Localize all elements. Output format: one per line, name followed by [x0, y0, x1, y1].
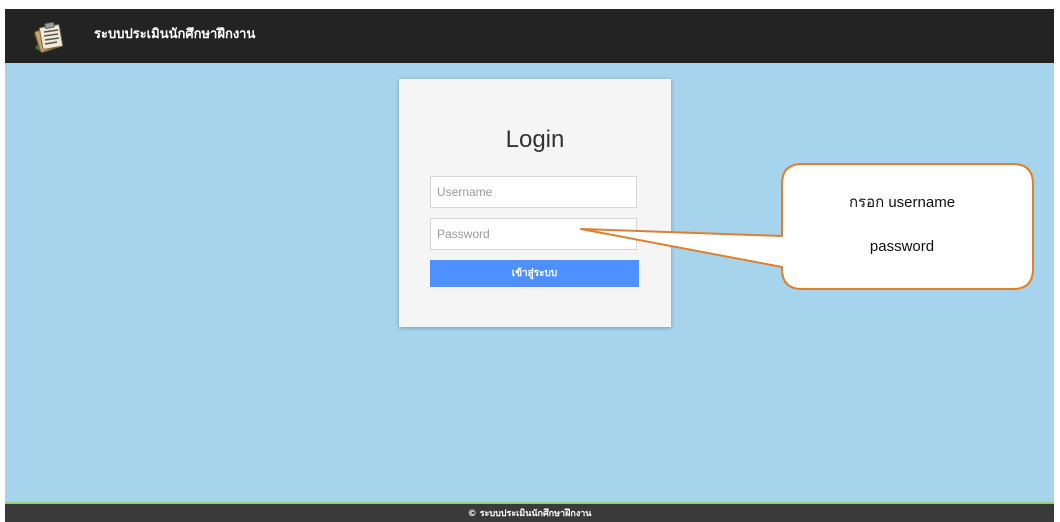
footer: © ระบบประเมินนักศึกษาฝึกงาน: [5, 502, 1054, 522]
login-card: Login เข้าสู่ระบบ: [399, 79, 671, 327]
app-frame: ระบบประเมินนักศึกษาฝึกงาน Login เข้าสู่ร…: [5, 9, 1054, 522]
navbar: ระบบประเมินนักศึกษาฝึกงาน: [5, 9, 1054, 63]
login-title: Login: [505, 126, 565, 153]
brand-title[interactable]: ระบบประเมินนักศึกษาฝึกงาน: [94, 26, 255, 44]
callout-line-2: password: [869, 238, 935, 255]
footer-copyright: © ระบบประเมินนักศึกษาฝึกงาน: [467, 509, 592, 519]
clipboard-document-icon[interactable]: [31, 18, 67, 54]
login-button[interactable]: เข้าสู่ระบบ: [430, 260, 639, 287]
password-input[interactable]: [430, 218, 637, 250]
username-input[interactable]: [430, 176, 637, 208]
callout-line-1: กรอก username: [848, 194, 956, 211]
